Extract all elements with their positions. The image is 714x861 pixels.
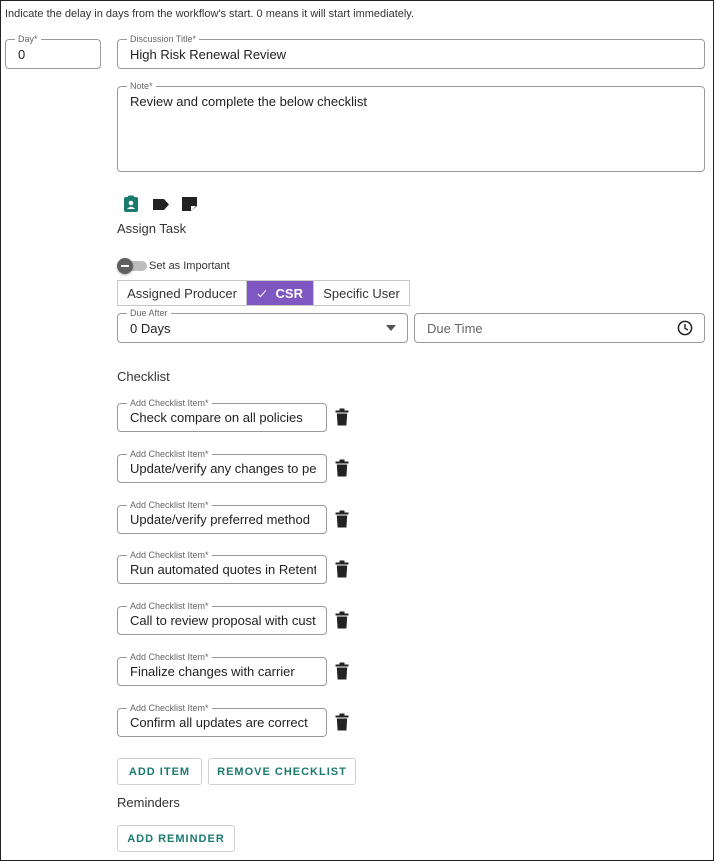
checklist-item-value: Update/verify any changes to pe — [130, 461, 316, 476]
note-value: Review and complete the below checklist — [130, 94, 368, 109]
due-time-placeholder: Due Time — [427, 320, 483, 336]
tag-icon[interactable] — [152, 198, 170, 211]
add-reminder-button[interactable]: ADD REMINDER — [117, 825, 235, 852]
checklist-item-field[interactable]: Add Checklist Item* Finalize changes with… — [117, 652, 327, 686]
checklist-title: Checklist — [117, 369, 170, 384]
assignee-option-csr[interactable]: CSR — [247, 281, 314, 305]
discussion-title-value: High Risk Renewal Review — [130, 46, 287, 62]
checklist-item-value: Check compare on all policies — [130, 410, 303, 425]
checklist-item-field[interactable]: Add Checklist Item* Call to review propos… — [117, 601, 327, 635]
assignee-option-assigned-producer[interactable]: Assigned Producer — [118, 281, 247, 305]
checklist-item-value: Finalize changes with carrier — [130, 664, 295, 679]
contact-badge-icon[interactable] — [122, 195, 140, 213]
delete-icon[interactable] — [335, 713, 349, 731]
checklist-item-field[interactable]: Add Checklist Item* Update/verify any cha… — [117, 449, 327, 483]
assignee-option-label: Specific User — [323, 285, 400, 301]
delete-icon[interactable] — [335, 408, 349, 426]
clock-icon[interactable] — [677, 320, 693, 336]
day-value: 0 — [18, 46, 26, 62]
assignee-selector: Assigned Producer CSR Specific User — [117, 280, 410, 306]
check-icon — [257, 289, 267, 297]
note-icon[interactable] — [181, 196, 198, 212]
assign-task-label: Assign Task — [117, 221, 187, 236]
important-toggle-label: Set as Important — [149, 260, 230, 272]
checklist-item-field[interactable]: Add Checklist Item* Confirm all updates a… — [117, 703, 327, 737]
important-toggle[interactable] — [117, 258, 147, 274]
assignee-option-specific-user[interactable]: Specific User — [314, 281, 409, 305]
note-label: Note* — [127, 81, 156, 92]
assignee-option-label: CSR — [275, 285, 303, 301]
reminders-title: Reminders — [117, 795, 180, 810]
checklist-item-field[interactable]: Add Checklist Item* Update/verify preferr… — [117, 500, 327, 534]
discussion-title-field[interactable]: Discussion Title* High Risk Renewal Revi… — [117, 34, 705, 69]
due-after-select[interactable]: Due After 0 Days — [117, 308, 408, 343]
note-field[interactable]: Note* Review and complete the below chec… — [117, 81, 705, 172]
due-time-field[interactable]: Due Time — [414, 313, 705, 343]
checklist-item-field[interactable]: Add Checklist Item* Run automated quotes … — [117, 550, 327, 584]
delete-icon[interactable] — [335, 662, 349, 680]
add-item-button[interactable]: ADD ITEM — [117, 758, 202, 785]
checklist-item-value: Update/verify preferred method — [130, 512, 310, 527]
toggle-thumb — [117, 258, 133, 274]
day-hint-text: Indicate the delay in days from the work… — [5, 8, 415, 20]
checklist-item-value: Call to review proposal with cust — [130, 613, 316, 628]
dropdown-arrow-icon — [386, 325, 396, 331]
delete-icon[interactable] — [335, 510, 349, 528]
remove-checklist-button[interactable]: REMOVE CHECKLIST — [208, 758, 356, 785]
assignee-option-label: Assigned Producer — [127, 285, 237, 301]
checklist-item-value: Run automated quotes in Retent — [130, 562, 316, 577]
due-after-value: 0 Days — [130, 320, 171, 336]
task-type-icons — [122, 195, 202, 215]
checklist-item-field[interactable]: Add Checklist Item* Check compare on all … — [117, 398, 327, 432]
day-field[interactable]: Day* 0 — [5, 34, 101, 69]
delete-icon[interactable] — [335, 560, 349, 578]
checklist-item-value: Confirm all updates are correct — [130, 715, 308, 730]
delete-icon[interactable] — [335, 611, 349, 629]
delete-icon[interactable] — [335, 459, 349, 477]
